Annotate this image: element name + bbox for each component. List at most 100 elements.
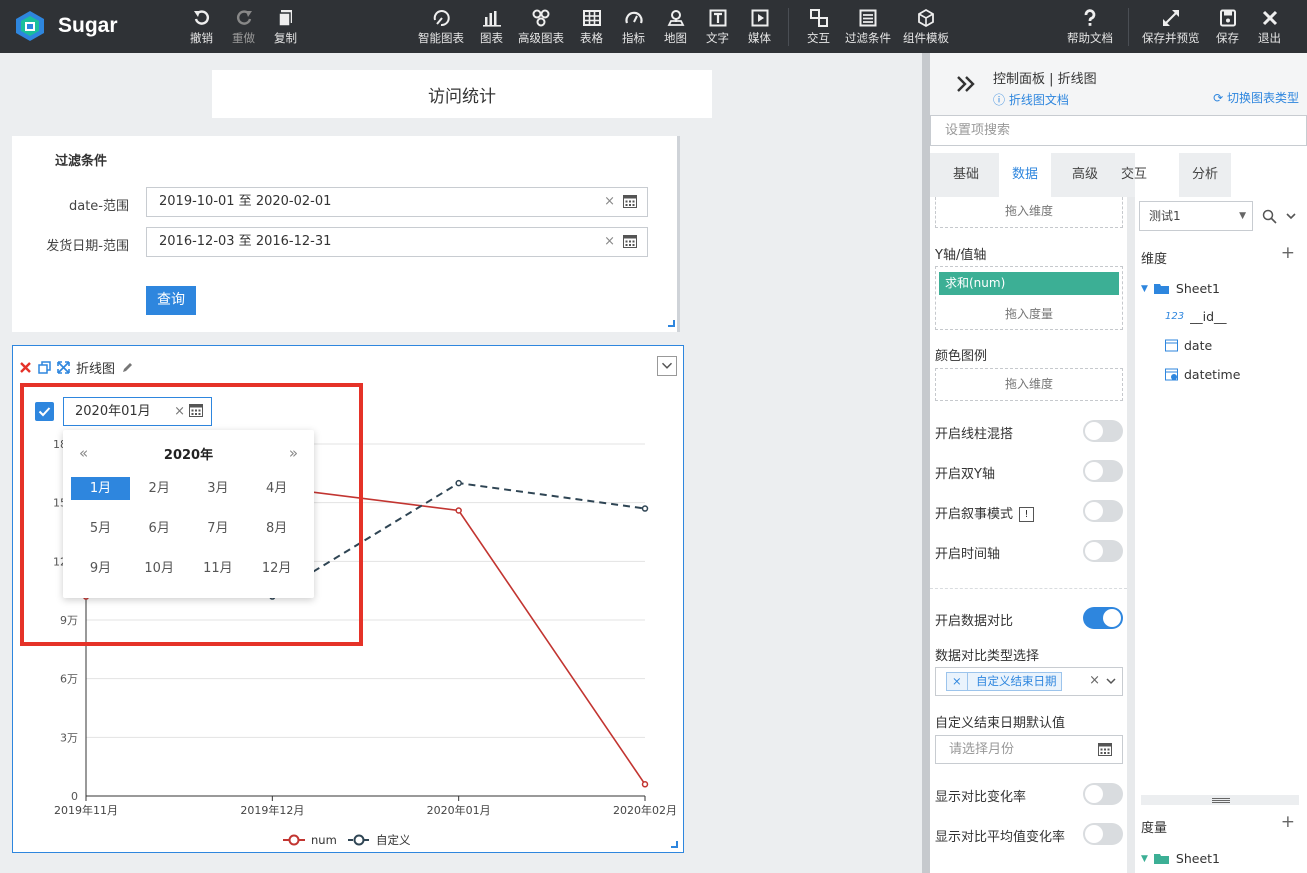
close-icon bbox=[1262, 10, 1277, 26]
map-pin-icon bbox=[667, 10, 684, 26]
x-tick-label: 2019年12月 bbox=[240, 803, 304, 817]
tab-interaction[interactable]: 交互 bbox=[1119, 153, 1149, 197]
text-button[interactable]: 文字 bbox=[706, 8, 729, 46]
undo-button[interactable]: 撤销 bbox=[190, 8, 213, 46]
legend-label[interactable]: 自定义 bbox=[376, 833, 411, 847]
smart-chart-label: 智能图表 bbox=[418, 31, 464, 45]
filter-label: 过滤条件 bbox=[845, 31, 891, 45]
measure-tag-sum-num[interactable]: 求和(num) bbox=[939, 272, 1119, 295]
exit-label: 退出 bbox=[1258, 31, 1281, 45]
tab-analysis[interactable]: 分析 bbox=[1179, 153, 1231, 197]
save-button[interactable]: 保存 bbox=[1216, 8, 1239, 46]
measure-sheet-name: Sheet1 bbox=[1175, 851, 1221, 866]
dataset-select[interactable]: 测试1 ▼ bbox=[1139, 201, 1253, 231]
chevron-down-icon[interactable] bbox=[1105, 673, 1117, 689]
undo-icon bbox=[193, 10, 209, 25]
measure-sheet-node[interactable]: ▼ Sheet1 bbox=[1141, 851, 1220, 866]
field-date[interactable]: date bbox=[1165, 338, 1212, 353]
template-label: 组件模板 bbox=[903, 31, 949, 45]
dataset-value: 测试1 bbox=[1149, 209, 1181, 223]
edit-pencil-icon[interactable] bbox=[121, 361, 134, 374]
chart-button[interactable]: 图表 bbox=[480, 8, 503, 46]
folder-open-icon bbox=[1153, 853, 1169, 864]
resize-handle[interactable] bbox=[671, 841, 678, 848]
legend-marker[interactable] bbox=[353, 834, 365, 846]
control-panel: 控制面板 | 折线图 ⓘ 折线图文档 ⟳ 切换图表类型 设置项搜索 基础 数据 … bbox=[922, 53, 1307, 873]
tab-advanced[interactable]: 高级 bbox=[1059, 153, 1111, 197]
interact-button[interactable]: 交互 bbox=[807, 8, 830, 46]
clear-icon[interactable]: × bbox=[604, 228, 615, 256]
remove-tag-icon[interactable]: × bbox=[952, 674, 965, 688]
add-measure-icon[interactable]: + bbox=[1281, 812, 1295, 832]
grip-icon bbox=[1212, 798, 1230, 803]
save-preview-button[interactable]: 保存并预览 bbox=[1142, 8, 1200, 46]
add-dimension-icon[interactable]: + bbox=[1281, 243, 1295, 263]
calendar-icon[interactable] bbox=[623, 235, 637, 248]
panel-split-handle[interactable] bbox=[1141, 795, 1299, 805]
copy-button[interactable]: 复制 bbox=[274, 8, 297, 46]
compare-type-select[interactable]: × 自定义结束日期 × bbox=[935, 667, 1123, 696]
smart-chart-button[interactable]: 智能图表 bbox=[418, 8, 464, 46]
copy-icon bbox=[277, 10, 292, 27]
data-point[interactable] bbox=[641, 505, 649, 512]
advanced-chart-label: 高级图表 bbox=[518, 31, 564, 45]
calendar-icon[interactable] bbox=[1098, 743, 1112, 756]
dual-y-toggle[interactable] bbox=[1083, 460, 1123, 482]
query-button[interactable]: 查询 bbox=[146, 286, 196, 315]
show-rate-toggle[interactable] bbox=[1083, 783, 1123, 805]
dimension-dropzone[interactable]: 拖入维度 bbox=[935, 197, 1123, 228]
filter-button[interactable]: 过滤条件 bbox=[845, 8, 891, 46]
media-button[interactable]: 媒体 bbox=[748, 8, 771, 46]
page-title[interactable]: 访问统计 bbox=[212, 70, 712, 118]
clear-icon[interactable]: × bbox=[604, 188, 615, 216]
search-icon[interactable] bbox=[1262, 209, 1277, 224]
chart-menu-toggle[interactable] bbox=[657, 356, 677, 376]
show-avg-rate-toggle[interactable] bbox=[1083, 823, 1123, 845]
legend-marker[interactable] bbox=[288, 834, 300, 846]
compare-type-tag[interactable]: × 自定义结束日期 bbox=[946, 672, 1063, 691]
exit-button[interactable]: 退出 bbox=[1258, 8, 1281, 46]
advanced-chart-button[interactable]: 高级图表 bbox=[518, 8, 564, 46]
legend-dropzone[interactable]: 拖入维度 bbox=[935, 368, 1123, 401]
data-point[interactable] bbox=[641, 781, 649, 788]
calendar-icon[interactable] bbox=[623, 195, 637, 208]
collapse-panel-icon[interactable] bbox=[956, 75, 976, 93]
info-exclamation-icon[interactable]: ! bbox=[1019, 507, 1035, 522]
default-end-month-input[interactable]: 请选择月份 bbox=[935, 735, 1123, 764]
indicator-button[interactable]: 指标 bbox=[622, 8, 645, 46]
toggle-label-line-bar-mix: 开启线柱混搭 bbox=[935, 427, 1014, 442]
filter-panel[interactable]: 过滤条件 date-范围 2019-10-01 至 2020-02-01 × 发… bbox=[12, 136, 680, 332]
timeline-toggle[interactable] bbox=[1083, 540, 1123, 562]
redo-button[interactable]: 重做 bbox=[232, 8, 255, 46]
data-compare-toggle[interactable] bbox=[1083, 607, 1123, 629]
help-doc-button[interactable]: 帮助文档 bbox=[1067, 8, 1113, 46]
line-bar-mix-toggle[interactable] bbox=[1083, 420, 1123, 442]
ship-date-range-input[interactable]: 2016-12-03 至 2016-12-31 × bbox=[146, 227, 648, 257]
field-id[interactable]: 123 __id__ bbox=[1165, 309, 1227, 324]
copy-icon[interactable] bbox=[38, 361, 51, 374]
clear-icon[interactable]: × bbox=[1089, 673, 1100, 688]
interact-icon bbox=[809, 9, 828, 27]
settings-search-input[interactable]: 设置项搜索 bbox=[930, 115, 1307, 146]
data-point[interactable] bbox=[455, 507, 462, 514]
chart-doc-link[interactable]: ⓘ 折线图文档 bbox=[993, 91, 1069, 108]
tab-data[interactable]: 数据 bbox=[999, 153, 1051, 197]
tab-basic[interactable]: 基础 bbox=[940, 153, 992, 197]
delete-icon[interactable] bbox=[19, 361, 32, 374]
chevron-down-icon[interactable] bbox=[1285, 209, 1297, 223]
ship-date-range-value: 2016-12-03 至 2016-12-31 bbox=[159, 234, 332, 249]
template-button[interactable]: 组件模板 bbox=[903, 8, 949, 46]
map-button[interactable]: 地图 bbox=[664, 8, 687, 46]
dimension-sheet-node[interactable]: ▼ Sheet1 bbox=[1141, 281, 1220, 296]
logo-text: Sugar bbox=[58, 14, 118, 37]
field-datetime[interactable]: datetime bbox=[1165, 367, 1240, 382]
switch-chart-type-label: 切换图表类型 bbox=[1226, 91, 1299, 105]
resize-handle[interactable] bbox=[668, 320, 675, 327]
legend-label[interactable]: num bbox=[311, 833, 337, 847]
switch-chart-type-link[interactable]: ⟳ 切换图表类型 bbox=[1213, 89, 1299, 106]
narrative-toggle[interactable] bbox=[1083, 500, 1123, 522]
table-button[interactable]: 表格 bbox=[580, 8, 603, 46]
date-range-input[interactable]: 2019-10-01 至 2020-02-01 × bbox=[146, 187, 648, 217]
data-point[interactable] bbox=[455, 479, 462, 487]
fullscreen-icon[interactable] bbox=[57, 361, 70, 374]
